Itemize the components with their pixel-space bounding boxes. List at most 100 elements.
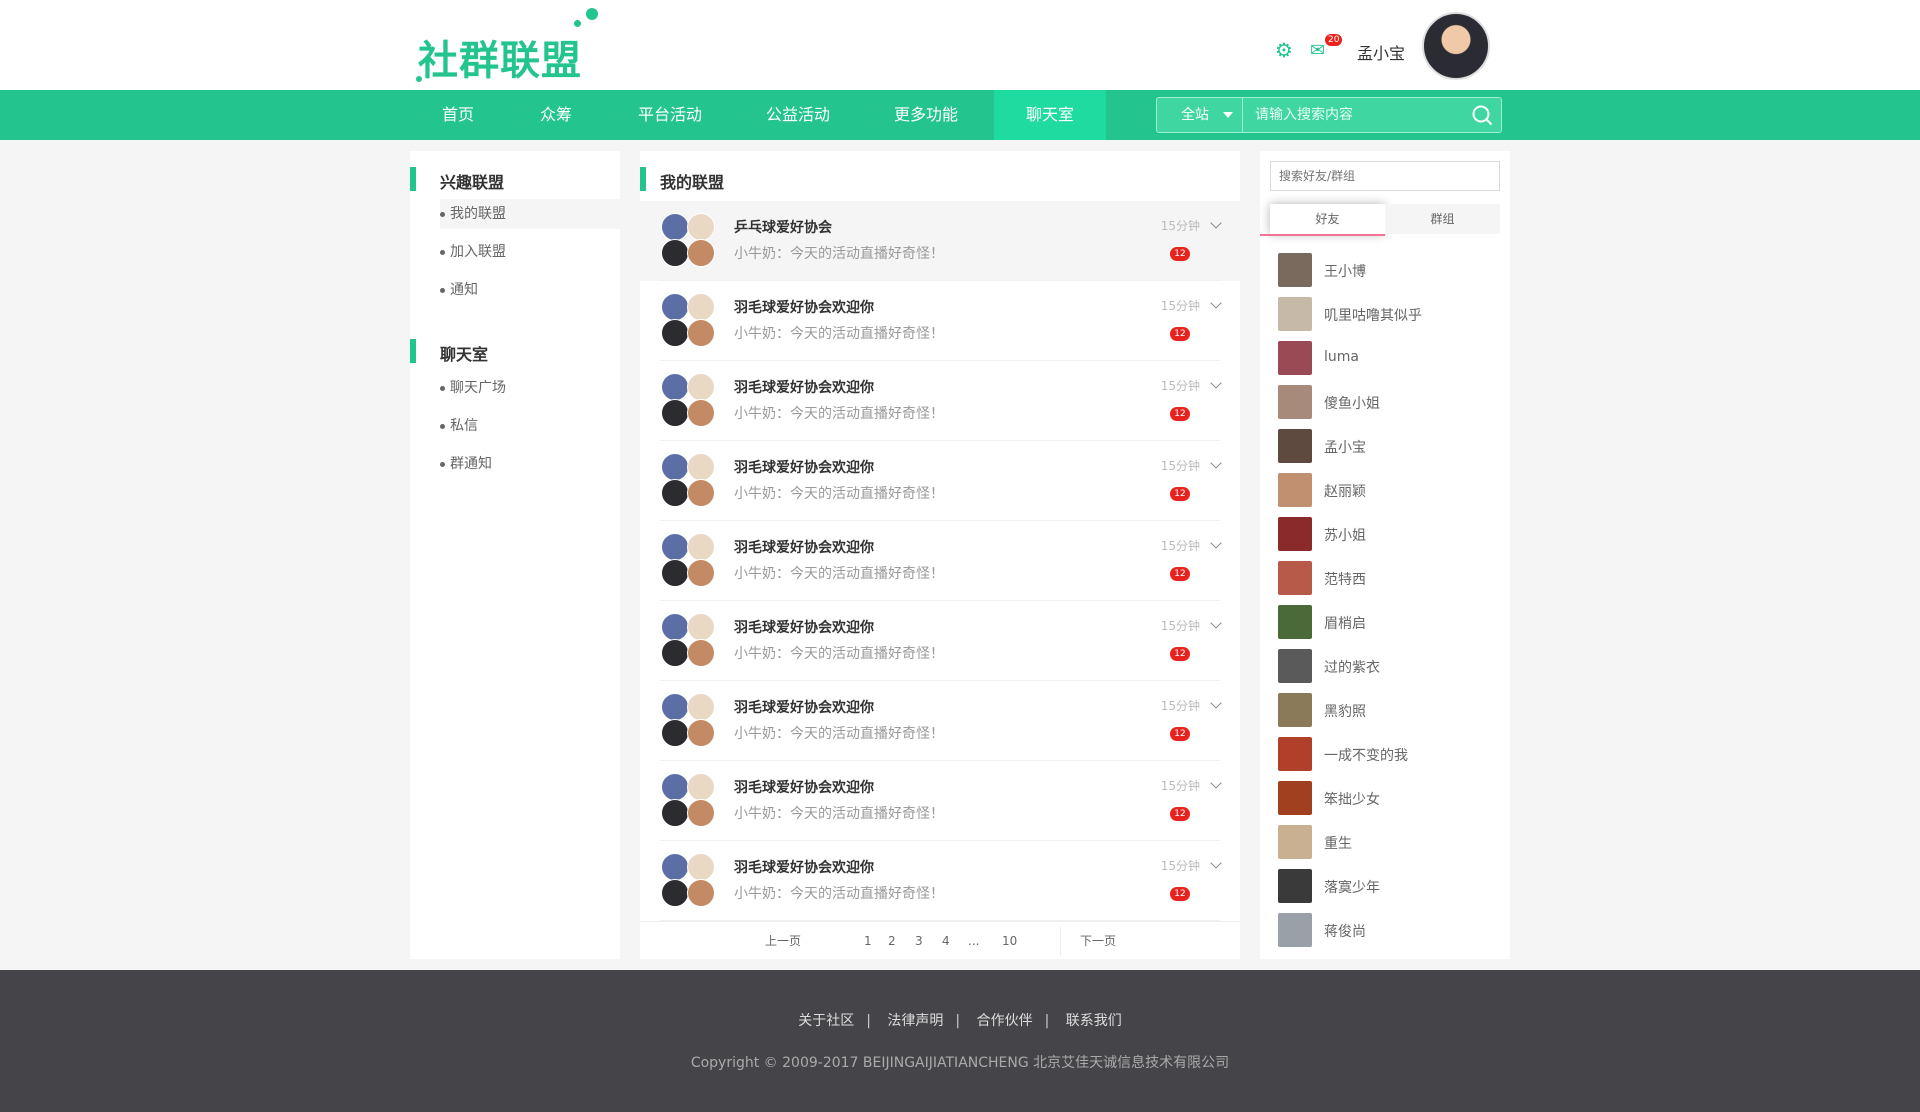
pager-page-3[interactable]: 3 — [915, 922, 923, 960]
friend-item[interactable]: 重生 — [1260, 819, 1510, 863]
friend-item[interactable]: 落寞少年 — [1260, 863, 1510, 907]
chevron-down-icon[interactable] — [1210, 537, 1222, 549]
friend-item[interactable]: 苏小姐 — [1260, 511, 1510, 555]
group-row[interactable]: 羽毛球爱好协会欢迎你 小牛奶：今天的活动直播好奇怪！ 15分钟 12 — [640, 761, 1240, 841]
friend-item[interactable]: luma — [1260, 335, 1510, 379]
friend-item[interactable]: 傻鱼小姐 — [1260, 379, 1510, 423]
chevron-down-icon[interactable] — [1210, 377, 1222, 389]
search-icon[interactable] — [1471, 104, 1493, 126]
sidebar-item-chat-square[interactable]: 聊天广场 — [440, 373, 620, 403]
friend-item[interactable]: 笨拙少女 — [1260, 775, 1510, 819]
copyright-text: Copyright © 2009-2017 BEIJINGAIJIATIANCH… — [690, 1055, 1230, 1071]
mail-icon[interactable]: ✉ — [1310, 40, 1325, 61]
group-row[interactable]: 羽毛球爱好协会欢迎你 小牛奶：今天的活动直播好奇怪！ 15分钟 12 — [640, 681, 1240, 761]
member-avatar — [687, 559, 715, 587]
friend-item[interactable]: 过的紫衣 — [1260, 643, 1510, 687]
header-username[interactable]: 孟小宝 — [1357, 40, 1405, 64]
friend-item[interactable]: 赵丽颖 — [1260, 467, 1510, 511]
chevron-down-icon[interactable] — [1210, 297, 1222, 309]
pager-next[interactable]: 下一页 — [1080, 922, 1116, 960]
member-avatar — [687, 613, 715, 641]
group-row[interactable]: 羽毛球爱好协会欢迎你 小牛奶：今天的活动直播好奇怪！ 15分钟 12 — [640, 841, 1240, 921]
member-avatar — [687, 639, 715, 667]
friend-name: 重生 — [1324, 836, 1352, 852]
friend-name: 王小博 — [1324, 264, 1366, 280]
chevron-down-icon[interactable] — [1210, 697, 1222, 709]
pager-ellipsis: ... — [968, 934, 980, 948]
sidebar-item-label: 聊天广场 — [450, 380, 506, 396]
chevron-down-icon[interactable] — [1210, 217, 1222, 229]
user-avatar[interactable] — [1422, 12, 1490, 80]
friend-item[interactable]: 孟小宝 — [1260, 423, 1510, 467]
sidebar-item-label: 私信 — [450, 418, 478, 434]
group-row[interactable]: 乒乓球爱好协会 小牛奶：今天的活动直播好奇怪！ 15分钟 12 — [640, 201, 1240, 281]
friend-item[interactable]: 一成不变的我 — [1260, 731, 1510, 775]
footer-divider: | — [1044, 1013, 1050, 1029]
group-last-message: 小牛奶：今天的活动直播好奇怪！ — [734, 886, 944, 902]
unread-badge: 12 — [1170, 727, 1190, 741]
friend-item[interactable]: 黑豹照 — [1260, 687, 1510, 731]
member-avatar — [687, 373, 715, 401]
group-row[interactable]: 羽毛球爱好协会欢迎你 小牛奶：今天的活动直播好奇怪！ 15分钟 12 — [640, 601, 1240, 681]
footer-link-contact[interactable]: 联系我们 — [1054, 1010, 1134, 1030]
member-avatar — [687, 533, 715, 561]
bullet-dot — [440, 250, 445, 255]
nav-crowdfunding[interactable]: 众筹 — [528, 90, 584, 140]
pager-prev[interactable]: 上一页 — [765, 922, 801, 960]
friend-avatar — [1278, 649, 1312, 683]
settings-gear-icon[interactable]: ⚙ — [1275, 38, 1293, 62]
friend-item[interactable]: 蒋俊尚 — [1260, 907, 1510, 951]
friend-item[interactable]: 王小博 — [1260, 247, 1510, 291]
friend-item[interactable]: 叽里咕噜其似乎 — [1260, 291, 1510, 335]
group-last-message: 小牛奶：今天的活动直播好奇怪！ — [734, 406, 944, 422]
chevron-down-icon[interactable] — [1210, 857, 1222, 869]
member-avatar — [661, 693, 689, 721]
nav-platform-activities[interactable]: 平台活动 — [630, 90, 710, 140]
site-logo[interactable]: 社群联盟 — [410, 6, 610, 86]
member-avatar — [661, 879, 689, 907]
page-title: 我的联盟 — [660, 173, 725, 192]
group-last-message: 小牛奶：今天的活动直播好奇怪！ — [734, 246, 944, 262]
nav-chatroom[interactable]: 聊天室 — [994, 90, 1106, 140]
group-chat-list: 我的联盟 乒乓球爱好协会 小牛奶：今天的活动直播好奇怪！ 15分钟 12 羽毛球爱好协会… — [640, 151, 1240, 959]
nav-more-features[interactable]: 更多功能 — [886, 90, 966, 140]
left-sidebar: 兴趣联盟 我的联盟 加入联盟 通知 聊天室 聊天广场 私信 群通知 — [410, 151, 620, 959]
group-name: 羽毛球爱好协会欢迎你 — [734, 620, 874, 636]
member-avatar — [661, 213, 689, 241]
pager-page-1[interactable]: 1 — [864, 922, 872, 960]
group-row[interactable]: 羽毛球爱好协会欢迎你 小牛奶：今天的活动直播好奇怪！ 15分钟 12 — [640, 441, 1240, 521]
member-avatar — [687, 693, 715, 721]
nav-home[interactable]: 首页 — [430, 90, 486, 140]
friend-search-input[interactable] — [1270, 161, 1500, 191]
tab-friends[interactable]: 好友 — [1270, 204, 1385, 234]
friend-item[interactable]: 眉梢启 — [1260, 599, 1510, 643]
chevron-down-icon[interactable] — [1210, 777, 1222, 789]
group-row[interactable]: 羽毛球爱好协会欢迎你 小牛奶：今天的活动直播好奇怪！ 15分钟 12 — [640, 281, 1240, 361]
sidebar-item-notifications[interactable]: 通知 — [440, 275, 620, 305]
group-row[interactable]: 羽毛球爱好协会欢迎你 小牛奶：今天的活动直播好奇怪！ 15分钟 12 — [640, 521, 1240, 601]
footer-link-legal[interactable]: 法律声明 — [875, 1010, 955, 1030]
sidebar-item-group-notifications[interactable]: 群通知 — [440, 449, 620, 479]
chevron-down-icon[interactable] — [1210, 457, 1222, 469]
footer-link-partners[interactable]: 合作伙伴 — [965, 1010, 1045, 1030]
tab-groups[interactable]: 群组 — [1385, 204, 1500, 234]
friend-item[interactable]: 范特西 — [1260, 555, 1510, 599]
message-time: 15分钟 — [1160, 299, 1200, 313]
nav-charity-activities[interactable]: 公益活动 — [758, 90, 838, 140]
bullet-dot — [440, 288, 445, 293]
pager-page-10[interactable]: 10 — [1002, 922, 1017, 960]
member-avatar — [687, 853, 715, 881]
search-input[interactable] — [1243, 98, 1463, 132]
group-row[interactable]: 羽毛球爱好协会欢迎你 小牛奶：今天的活动直播好奇怪！ 15分钟 12 — [640, 361, 1240, 441]
friend-avatar — [1278, 605, 1312, 639]
friend-name: 孟小宝 — [1324, 440, 1366, 456]
pager-page-2[interactable]: 2 — [888, 922, 896, 960]
footer-link-about[interactable]: 关于社区 — [786, 1010, 866, 1030]
sidebar-item-join-alliance[interactable]: 加入联盟 — [440, 237, 620, 267]
sidebar-item-private-messages[interactable]: 私信 — [440, 411, 620, 441]
chevron-down-icon[interactable] — [1210, 617, 1222, 629]
sidebar-item-my-alliance[interactable]: 我的联盟 — [440, 199, 620, 229]
search-scope-select[interactable]: 全站 — [1157, 98, 1243, 132]
message-time: 15分钟 — [1160, 219, 1200, 233]
pager-page-4[interactable]: 4 — [942, 922, 950, 960]
